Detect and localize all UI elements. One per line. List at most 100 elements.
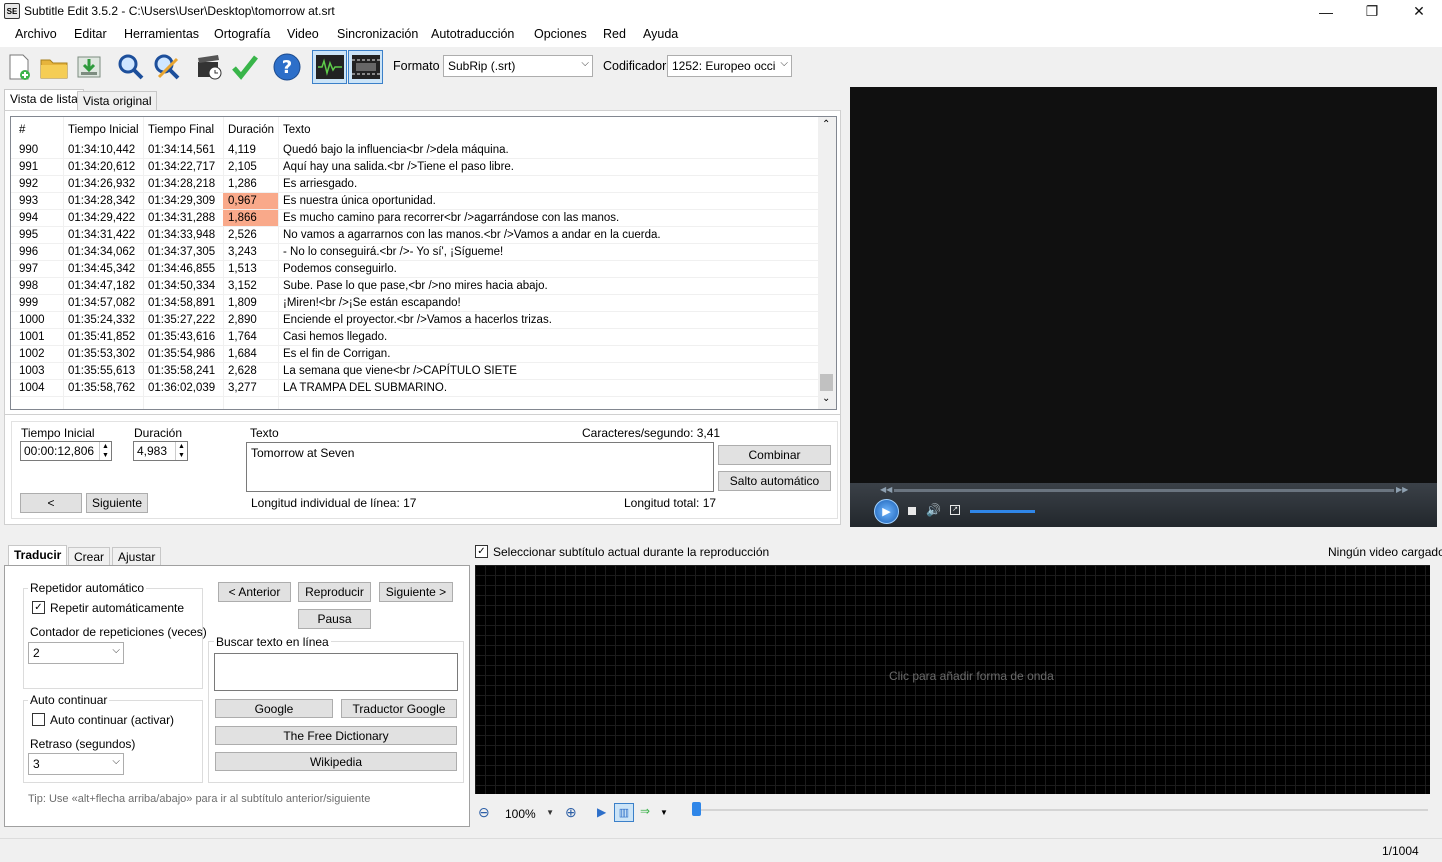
- auto-repeat-checkbox[interactable]: ✓: [32, 601, 45, 614]
- play-icon[interactable]: ▶: [874, 499, 899, 524]
- next-subtitle-button[interactable]: Siguiente >: [379, 582, 453, 602]
- table-row[interactable]: 990 01:34:10,442 01:34:14,561 4,119 Quedó ba…: [11, 142, 818, 159]
- search-icon[interactable]: [115, 51, 147, 83]
- tab-list-view[interactable]: Vista de lista: [4, 89, 84, 111]
- delay-select[interactable]: 3 ⌵: [28, 753, 124, 775]
- search-text-input[interactable]: [214, 653, 458, 691]
- list-scrollbar[interactable]: ⌃ ⌄: [818, 117, 836, 409]
- column-header-number[interactable]: #: [19, 124, 25, 136]
- combine-button[interactable]: Combinar: [718, 445, 831, 465]
- table-row[interactable]: 1002 01:35:53,302 01:35:54,986 1,684 Es el f…: [11, 346, 818, 363]
- scroll-up-icon[interactable]: ⌃: [822, 119, 830, 130]
- table-row[interactable]: 996 01:34:34,062 01:34:37,305 3,243 - No lo …: [11, 244, 818, 261]
- waveform-toggle-icon[interactable]: [312, 50, 347, 84]
- replace-icon[interactable]: [151, 51, 183, 83]
- tab-create[interactable]: Crear: [68, 547, 111, 567]
- menu-editar[interactable]: Editar: [74, 27, 107, 41]
- slider-thumb[interactable]: [692, 802, 701, 816]
- help-icon[interactable]: ?: [271, 51, 303, 83]
- table-row[interactable]: 995 01:34:31,422 01:34:33,948 2,526 No vamos…: [11, 227, 818, 244]
- start-time-input[interactable]: 00:00:12,806 ▲ ▼: [20, 441, 112, 461]
- tab-translate[interactable]: Traducir: [8, 545, 68, 567]
- menu-ortografia[interactable]: Ortografía: [214, 27, 270, 41]
- previous-subtitle-button[interactable]: < Anterior: [218, 582, 291, 602]
- cell-end: 01:35:58,241: [148, 365, 216, 377]
- forward-arrows-icon[interactable]: ⇒: [640, 804, 650, 818]
- menu-sincronizacion[interactable]: Sincronización: [337, 27, 418, 41]
- column-header-end[interactable]: Tiempo Final: [148, 124, 214, 136]
- stop-icon[interactable]: [908, 507, 916, 515]
- menu-red[interactable]: Red: [603, 27, 626, 41]
- spin-up-icon[interactable]: ▲: [99, 442, 111, 451]
- table-row[interactable]: 997 01:34:45,342 01:34:46,855 1,513 Podemos …: [11, 261, 818, 278]
- table-row[interactable]: 999 01:34:57,082 01:34:58,891 1,809 ¡Miren!<…: [11, 295, 818, 312]
- menu-herramientas[interactable]: Herramientas: [124, 27, 199, 41]
- format-select[interactable]: SubRip (.srt) ⌵: [443, 55, 593, 77]
- table-row[interactable]: 998 01:34:47,182 01:34:50,334 3,152 Sube. Pa…: [11, 278, 818, 295]
- column-header-start[interactable]: Tiempo Inicial: [68, 124, 139, 136]
- spin-down-icon[interactable]: ▼: [99, 451, 111, 460]
- volume-icon[interactable]: 🔊: [926, 503, 941, 517]
- open-folder-icon[interactable]: [38, 51, 70, 83]
- zoom-select[interactable]: 100% ▼: [500, 803, 558, 825]
- spin-up-icon[interactable]: ▲: [175, 442, 187, 451]
- video-player[interactable]: [850, 87, 1437, 527]
- play-button[interactable]: Reproducir: [298, 582, 371, 602]
- subtitle-text-input[interactable]: Tomorrow at Seven: [246, 442, 714, 492]
- video-seek-bar[interactable]: [894, 489, 1394, 492]
- fast-forward-icon[interactable]: ▶▶: [1396, 485, 1408, 494]
- select-current-checkbox[interactable]: ✓: [475, 545, 488, 558]
- close-icon[interactable]: ✕: [1396, 0, 1442, 23]
- auto-break-button[interactable]: Salto automático: [718, 471, 831, 491]
- table-row[interactable]: 994 01:34:29,422 01:34:31,288 1,866 Es mucho…: [11, 210, 818, 227]
- menu-video[interactable]: Video: [287, 27, 319, 41]
- google-button[interactable]: Google: [215, 699, 333, 718]
- waveform-position-slider[interactable]: [696, 809, 1428, 811]
- tab-original-view[interactable]: Vista original: [77, 91, 158, 111]
- table-row[interactable]: 1004 01:35:58,762 01:36:02,039 3,277 LA TRAM…: [11, 380, 818, 397]
- auto-continue-checkbox[interactable]: [32, 713, 45, 726]
- spin-down-icon[interactable]: ▼: [175, 451, 187, 460]
- repeat-count-select[interactable]: 2 ⌵: [28, 642, 124, 664]
- next-button[interactable]: Siguiente: [86, 493, 148, 513]
- table-row[interactable]: 991 01:34:20,612 01:34:22,717 2,105 Aquí hay…: [11, 159, 818, 176]
- menu-archivo[interactable]: Archivo: [15, 27, 57, 41]
- new-file-icon[interactable]: [3, 51, 35, 83]
- wikipedia-button[interactable]: Wikipedia: [215, 752, 457, 771]
- subtitle-list[interactable]: # Tiempo Inicial Tiempo Final Duración T…: [10, 116, 837, 410]
- video-toggle-icon[interactable]: [348, 50, 383, 84]
- spectrogram-icon[interactable]: ▥: [614, 803, 634, 822]
- minimize-icon[interactable]: —: [1303, 0, 1349, 23]
- rewind-icon[interactable]: ◀◀: [880, 485, 892, 494]
- menu-opciones[interactable]: Opciones: [534, 27, 587, 41]
- waveform-panel[interactable]: Clic para añadir forma de onda: [475, 565, 1430, 794]
- table-row[interactable]: 992 01:34:26,932 01:34:28,218 1,286 Es arrie…: [11, 176, 818, 193]
- menu-autotraduccion[interactable]: Autotraducción: [431, 27, 514, 41]
- table-row[interactable]: 993 01:34:28,342 01:34:29,309 0,967 Es nuest…: [11, 193, 818, 210]
- google-translate-button[interactable]: Traductor Google: [341, 699, 457, 718]
- tab-adjust[interactable]: Ajustar: [112, 547, 162, 567]
- fullscreen-icon[interactable]: ↗: [950, 505, 960, 515]
- maximize-icon[interactable]: ❐: [1349, 0, 1395, 23]
- menu-ayuda[interactable]: Ayuda: [643, 27, 678, 41]
- table-row[interactable]: 1003 01:35:55,613 01:35:58,241 2,628 La sema…: [11, 363, 818, 380]
- scroll-thumb[interactable]: [820, 374, 833, 391]
- save-download-icon[interactable]: [73, 51, 105, 83]
- chevron-down-icon[interactable]: ▼: [660, 808, 668, 817]
- zoom-out-icon[interactable]: ⊖: [478, 804, 490, 821]
- column-header-duration[interactable]: Duración: [228, 124, 274, 136]
- free-dictionary-button[interactable]: The Free Dictionary: [215, 726, 457, 745]
- spellcheck-icon[interactable]: [229, 51, 261, 83]
- play-waveform-icon[interactable]: ▶: [597, 805, 606, 819]
- previous-button[interactable]: <: [20, 493, 82, 513]
- column-header-text[interactable]: Texto: [283, 124, 311, 136]
- encoding-select[interactable]: 1252: Europeo occi ⌵: [667, 55, 792, 77]
- duration-input[interactable]: 4,983 ▲ ▼: [133, 441, 188, 461]
- volume-slider[interactable]: [970, 510, 1035, 513]
- clapper-timing-icon[interactable]: [193, 51, 225, 83]
- table-row[interactable]: 1001 01:35:41,852 01:35:43,616 1,764 Casi he…: [11, 329, 818, 346]
- scroll-down-icon[interactable]: ⌄: [822, 393, 830, 404]
- zoom-in-icon[interactable]: ⊕: [565, 804, 577, 821]
- table-row[interactable]: 1000 01:35:24,332 01:35:27,222 2,890 Enciend…: [11, 312, 818, 329]
- pause-button[interactable]: Pausa: [298, 609, 371, 629]
